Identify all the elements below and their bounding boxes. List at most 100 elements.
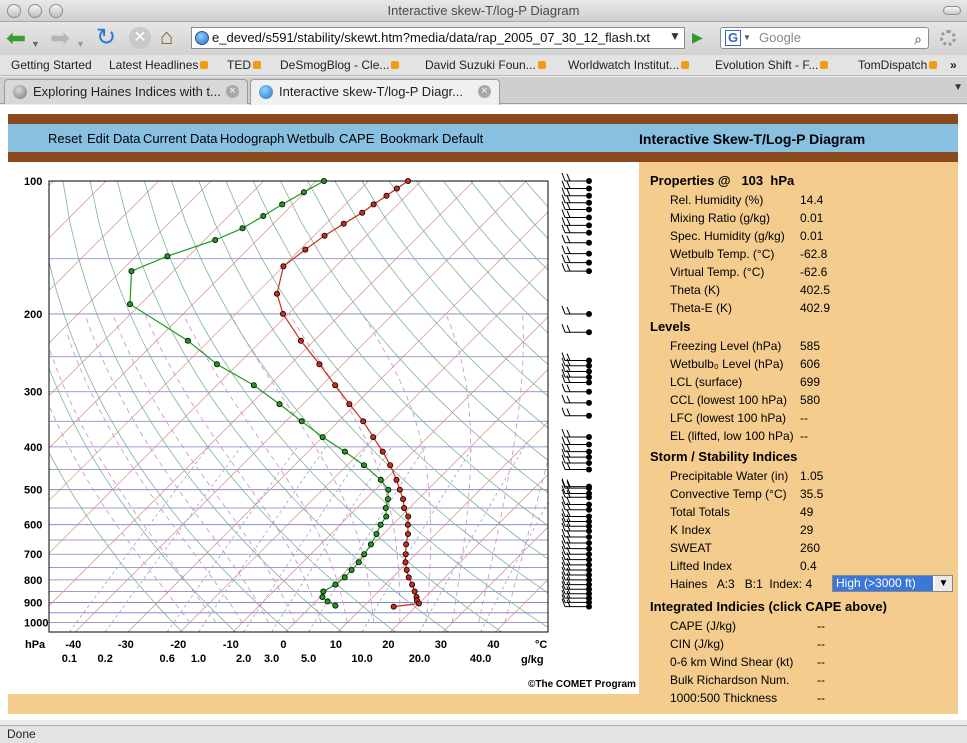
level-label: LCL (surface): [670, 375, 743, 389]
barb-dot: [586, 214, 592, 221]
wind-barb-icon: [561, 245, 592, 257]
temperature-point: [401, 504, 408, 511]
temperature-point: [297, 337, 304, 344]
dry-adiabat-line: [361, 181, 548, 397]
barb-feather: [566, 173, 571, 182]
wind-barb-icon: [561, 352, 592, 364]
dry-adiabat-line: [144, 181, 503, 632]
wind-barb-icon: [561, 428, 592, 441]
barb-dot: [586, 357, 592, 364]
barb-dot: [586, 192, 592, 199]
dewpoint-point: [377, 476, 384, 483]
barb-feather: [566, 195, 571, 203]
index-label: K Index: [670, 523, 711, 537]
pressure-tick-label: 400: [24, 442, 42, 454]
dewpoint-point: [300, 189, 307, 196]
status-bar: Done: [0, 725, 967, 743]
dry-adiabat-line: [49, 260, 290, 632]
level-label: LFC (lowest 100 hPa): [670, 411, 787, 425]
index-label: Total Totals: [670, 505, 730, 519]
barb-feather: [561, 245, 566, 254]
temperature-point: [393, 185, 400, 192]
mixing-ratio-line: [198, 446, 327, 632]
stability-header: Storm / Stability Indices: [650, 449, 798, 464]
barb-dot: [586, 534, 592, 541]
barb-dot: [586, 388, 592, 395]
x-axis-label: °C: [535, 639, 547, 651]
integrated-value: --: [817, 637, 825, 651]
integrated-label: 1000:500 Thickness: [670, 691, 778, 705]
index-value: 1.05: [800, 469, 824, 483]
temperature-point: [403, 541, 410, 548]
barb-feather: [566, 429, 571, 438]
haines-elevation-select[interactable]: High (>3000 ft) ▼: [832, 575, 953, 592]
wind-barb-icon: [561, 324, 592, 336]
barb-feather: [566, 202, 571, 210]
temperature-point: [383, 192, 390, 199]
dewpoint-point: [373, 531, 380, 538]
temperature-point: [360, 418, 367, 425]
barb-dot: [586, 485, 592, 492]
property-value: 0.01: [800, 211, 824, 225]
integrated-label: CIN (J/kg): [670, 637, 724, 651]
level-value: 580: [800, 393, 821, 407]
barb-feather: [566, 235, 571, 243]
level-value: --: [800, 429, 808, 443]
dewpoint-point: [127, 301, 134, 308]
property-value: 402.9: [800, 301, 831, 315]
level-label: CCL (lowest 100 hPa): [670, 393, 787, 407]
pressure-tick-label: 100: [24, 176, 42, 188]
integrated-value: --: [817, 673, 825, 687]
barb-dot: [586, 556, 592, 563]
pressure-tick-label: 1000: [24, 618, 48, 630]
barb-dot: [586, 399, 592, 406]
pressure-tick-label: 800: [24, 575, 42, 587]
dewpoint-point: [320, 588, 327, 595]
moist-adiabat-line: [445, 313, 472, 623]
barb-feather: [566, 210, 571, 218]
barb-dot: [586, 268, 592, 275]
temperature-point: [404, 521, 411, 528]
barb-feather: [561, 209, 566, 218]
barb-dot: [586, 527, 592, 534]
level-value: 585: [800, 339, 821, 353]
barb-dot: [586, 250, 592, 257]
barb-dot: [586, 368, 592, 375]
temperature-profile-line: [276, 180, 420, 608]
property-value: 14.4: [800, 193, 824, 207]
dewpoint-point: [341, 574, 348, 581]
isotherm-line: [0, 181, 1, 632]
temperature-point: [340, 220, 347, 227]
integrated-value: --: [817, 691, 825, 705]
moist-adiabat-line: [112, 313, 296, 623]
temperature-point: [396, 486, 403, 493]
barb-feather: [566, 408, 571, 416]
barb-feather: [566, 188, 571, 196]
level-value: 606: [800, 357, 821, 371]
dewpoint-point: [239, 225, 246, 232]
integrated-value: --: [817, 619, 825, 633]
temperature-point: [411, 588, 418, 595]
dewpoint-point: [212, 236, 219, 243]
dewpoint-point: [324, 598, 331, 605]
temperature-point: [346, 401, 353, 408]
dewpoint-point: [320, 177, 327, 184]
temperature-point: [403, 567, 410, 574]
wind-barb-icon: [561, 172, 592, 184]
property-label: Wetbulb Temp. (°C): [670, 247, 775, 261]
dewpoint-point: [279, 201, 286, 208]
barb-dot: [586, 259, 592, 266]
wind-barb-icon: [561, 407, 592, 419]
temperature-point: [400, 496, 407, 503]
barb-feather: [561, 436, 566, 445]
pressure-tick-label: 500: [24, 485, 42, 497]
barb-dot: [586, 434, 592, 441]
temperature-point: [390, 603, 397, 610]
temperature-tick-label: 30: [435, 639, 447, 651]
barb-feather: [566, 384, 571, 392]
mixing-ratio-tick-label: 2.0: [236, 653, 251, 665]
temperature-point: [387, 462, 394, 469]
dewpoint-point: [319, 594, 326, 601]
index-value: 35.5: [800, 487, 824, 501]
barb-feather: [561, 217, 566, 226]
